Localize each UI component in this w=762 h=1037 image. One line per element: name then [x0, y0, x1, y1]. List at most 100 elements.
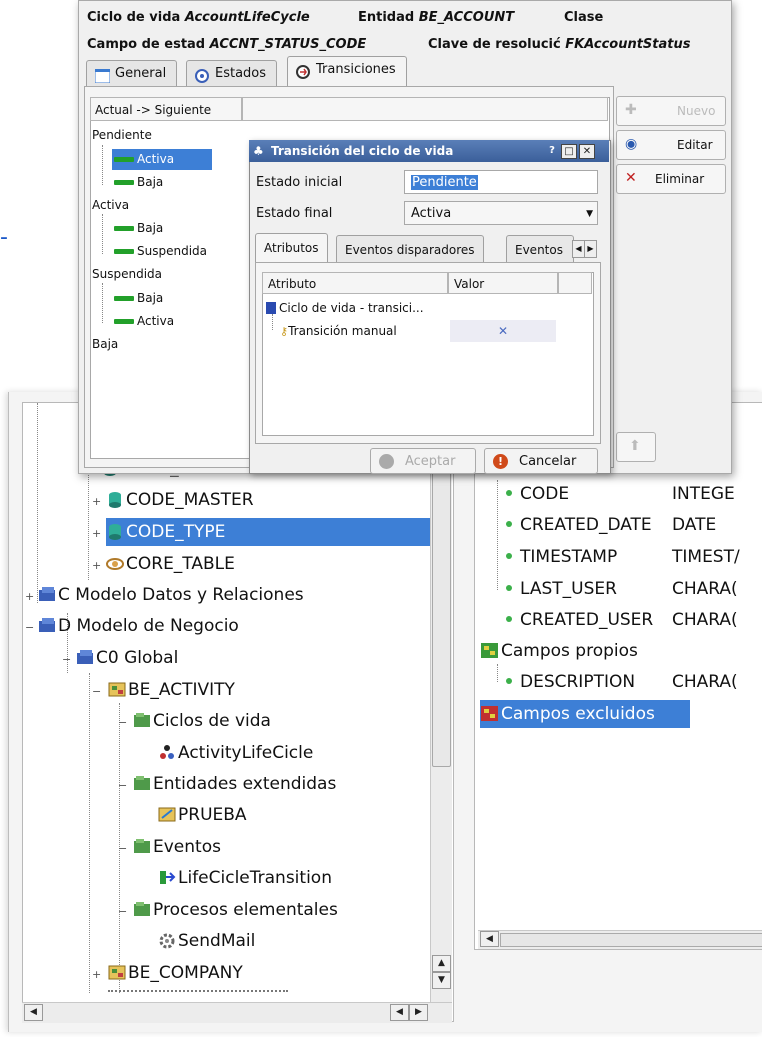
tab-eventos[interactable]: Eventos — [506, 235, 574, 264]
scrollbar-thumb[interactable] — [500, 933, 762, 947]
column-valor[interactable]: Valor — [448, 272, 558, 294]
scroll-right-icon[interactable]: ▶ — [409, 1004, 428, 1021]
field-type: INTEGE — [672, 484, 735, 504]
group-label: Campos propios — [501, 641, 638, 661]
tree-item-activitylifecicle[interactable]: ActivityLifeCicle — [158, 741, 313, 765]
move-up-button[interactable]: ⬆ — [616, 432, 656, 462]
tab-atributos[interactable]: Atributos — [255, 233, 328, 262]
package-icon — [38, 617, 56, 634]
lifecycle-icon: ♣ — [253, 144, 264, 158]
expand-icon[interactable]: + — [92, 969, 101, 980]
tree-item-eventos[interactable]: Eventos — [133, 835, 221, 859]
field-row[interactable]: CODE INTEGE — [500, 482, 735, 506]
tree-item-entidades-extendidas[interactable]: Entidades extendidas — [133, 772, 336, 796]
folder-icon — [133, 775, 151, 792]
tree-item-be-activity[interactable]: BE_ACTIVITY — [108, 678, 235, 702]
tree-item-be-company[interactable]: BE_COMPANY — [108, 961, 243, 985]
field-row[interactable]: CREATED_DATE DATE — [500, 513, 716, 537]
field-row[interactable]: LAST_USER CHARA( — [500, 577, 738, 601]
tree-label: SendMail — [178, 931, 256, 951]
state-node-baja[interactable]: Baja — [92, 335, 118, 353]
transitions-icon — [296, 63, 311, 79]
transition-arrow-icon — [114, 319, 134, 324]
state-node-activa[interactable]: Activa — [92, 196, 129, 214]
attribute-group-row[interactable]: Ciclo de vida - transici... — [266, 299, 424, 317]
tab-transiciones[interactable]: Transiciones — [287, 56, 407, 87]
help-icon[interactable]: ? — [545, 144, 559, 157]
field-row[interactable]: DESCRIPTION CHARA( — [500, 670, 738, 694]
editar-button[interactable]: ◉ Editar — [616, 130, 726, 160]
collapse-icon[interactable]: − — [118, 780, 127, 791]
transition-dialog-titlebar[interactable]: ♣ Transición del ciclo de vida ? □ ✕ — [249, 140, 609, 162]
collapse-icon[interactable]: − — [25, 622, 34, 633]
scroll-left-icon[interactable]: ◀ — [390, 1004, 409, 1021]
gear-icon — [158, 932, 176, 949]
scroll-left-icon[interactable]: ◀ — [24, 1004, 43, 1021]
collapse-icon[interactable]: − — [118, 843, 127, 854]
eliminar-button[interactable]: ✕ Eliminar — [616, 164, 726, 194]
transitions-column-header[interactable]: Actual -> Siguiente — [90, 97, 242, 121]
attributes-table[interactable] — [262, 272, 594, 436]
maximize-icon[interactable]: □ — [561, 144, 577, 159]
transition-item[interactable]: Activa — [114, 312, 174, 330]
tree-item-modelo-datos[interactable]: C Modelo Datos y Relaciones — [38, 583, 304, 607]
tree-item-code-master[interactable]: CODE_MASTER — [106, 488, 254, 512]
plus-icon: ✚ — [625, 102, 637, 118]
field-name: LAST_USER — [520, 579, 617, 599]
accept-icon — [379, 454, 394, 469]
estado-inicial-label: Estado inicial — [256, 175, 343, 190]
tree-horizontal-scrollbar[interactable] — [22, 1002, 452, 1023]
tree-item-sendmail[interactable]: SendMail — [158, 929, 255, 953]
tree-item-prueba[interactable]: PRUEBA — [158, 803, 247, 827]
tree-item-code-type[interactable]: CODE_TYPE — [106, 520, 225, 544]
state-node-pendiente[interactable]: Pendiente — [92, 126, 152, 144]
expand-icon[interactable]: + — [92, 528, 101, 539]
tree-item-procesos-elementales[interactable]: Procesos elementales — [133, 898, 338, 922]
tree-item-ciclos-de-vida[interactable]: Ciclos de vida — [133, 709, 271, 733]
tab-scroll-right-icon[interactable]: ▶ — [584, 240, 597, 258]
tab-general[interactable]: General — [86, 60, 178, 87]
tab-estados[interactable]: Estados — [186, 60, 278, 87]
tree-item-lifecicletransition[interactable]: LifeCicleTransition — [158, 866, 332, 890]
cancelar-button[interactable]: ! Cancelar — [484, 448, 598, 474]
field-row[interactable]: TIMESTAMP TIMEST/ — [500, 545, 740, 569]
states-icon — [195, 67, 210, 83]
collapse-icon[interactable]: − — [62, 654, 71, 665]
transition-item[interactable]: Baja — [114, 219, 163, 237]
campos-propios-node[interactable]: Campos propios — [481, 639, 638, 663]
transition-item[interactable]: Activa — [114, 150, 174, 168]
tree-item-c0-global[interactable]: C0 Global — [76, 646, 178, 670]
close-icon[interactable]: ✕ — [579, 144, 595, 159]
expand-icon[interactable]: + — [25, 591, 34, 602]
estado-inicial-field[interactable]: Pendiente — [404, 170, 598, 194]
collapse-icon[interactable]: − — [92, 686, 101, 697]
collapse-icon[interactable]: − — [118, 906, 127, 917]
transition-item[interactable]: Baja — [114, 173, 163, 191]
entity-icon — [108, 964, 126, 981]
estado-final-select[interactable]: Activa ▼ — [404, 201, 598, 225]
scroll-left-icon[interactable]: ◀ — [480, 931, 499, 947]
tree-label: PRUEBA — [178, 805, 247, 825]
nuevo-button[interactable]: ✚ Nuevo — [616, 96, 726, 126]
campos-excluidos-node[interactable]: Campos excluidos — [481, 702, 655, 726]
package-icon — [38, 586, 56, 603]
scroll-up-icon[interactable]: ▲ — [432, 955, 451, 972]
transition-item[interactable]: Suspendida — [114, 242, 207, 260]
transition-item[interactable]: Baja — [114, 289, 163, 307]
manual-checkbox[interactable]: ✕ — [450, 320, 556, 342]
aceptar-button[interactable]: Aceptar — [370, 448, 476, 474]
event-icon — [158, 869, 176, 886]
state-node-suspendida[interactable]: Suspendida — [92, 265, 162, 283]
tree-label: LifeCicleTransition — [178, 868, 332, 888]
tree-item-modelo-negocio[interactable]: D Modelo de Negocio — [38, 614, 239, 638]
scroll-down-icon[interactable]: ▼ — [432, 972, 451, 989]
expand-icon[interactable]: + — [92, 496, 101, 507]
column-atributo[interactable]: Atributo — [262, 272, 448, 294]
expand-icon[interactable]: + — [92, 560, 101, 571]
column-header-empty — [242, 97, 608, 121]
collapse-icon[interactable]: − — [118, 717, 127, 728]
field-row[interactable]: CREATED_USER CHARA( — [500, 608, 738, 632]
attribute-row[interactable]: ⚷Transición manual — [280, 322, 397, 341]
tab-eventos-disparadores[interactable]: Eventos disparadores — [336, 235, 484, 264]
tree-item-core-table[interactable]: CORE_TABLE — [106, 552, 235, 576]
